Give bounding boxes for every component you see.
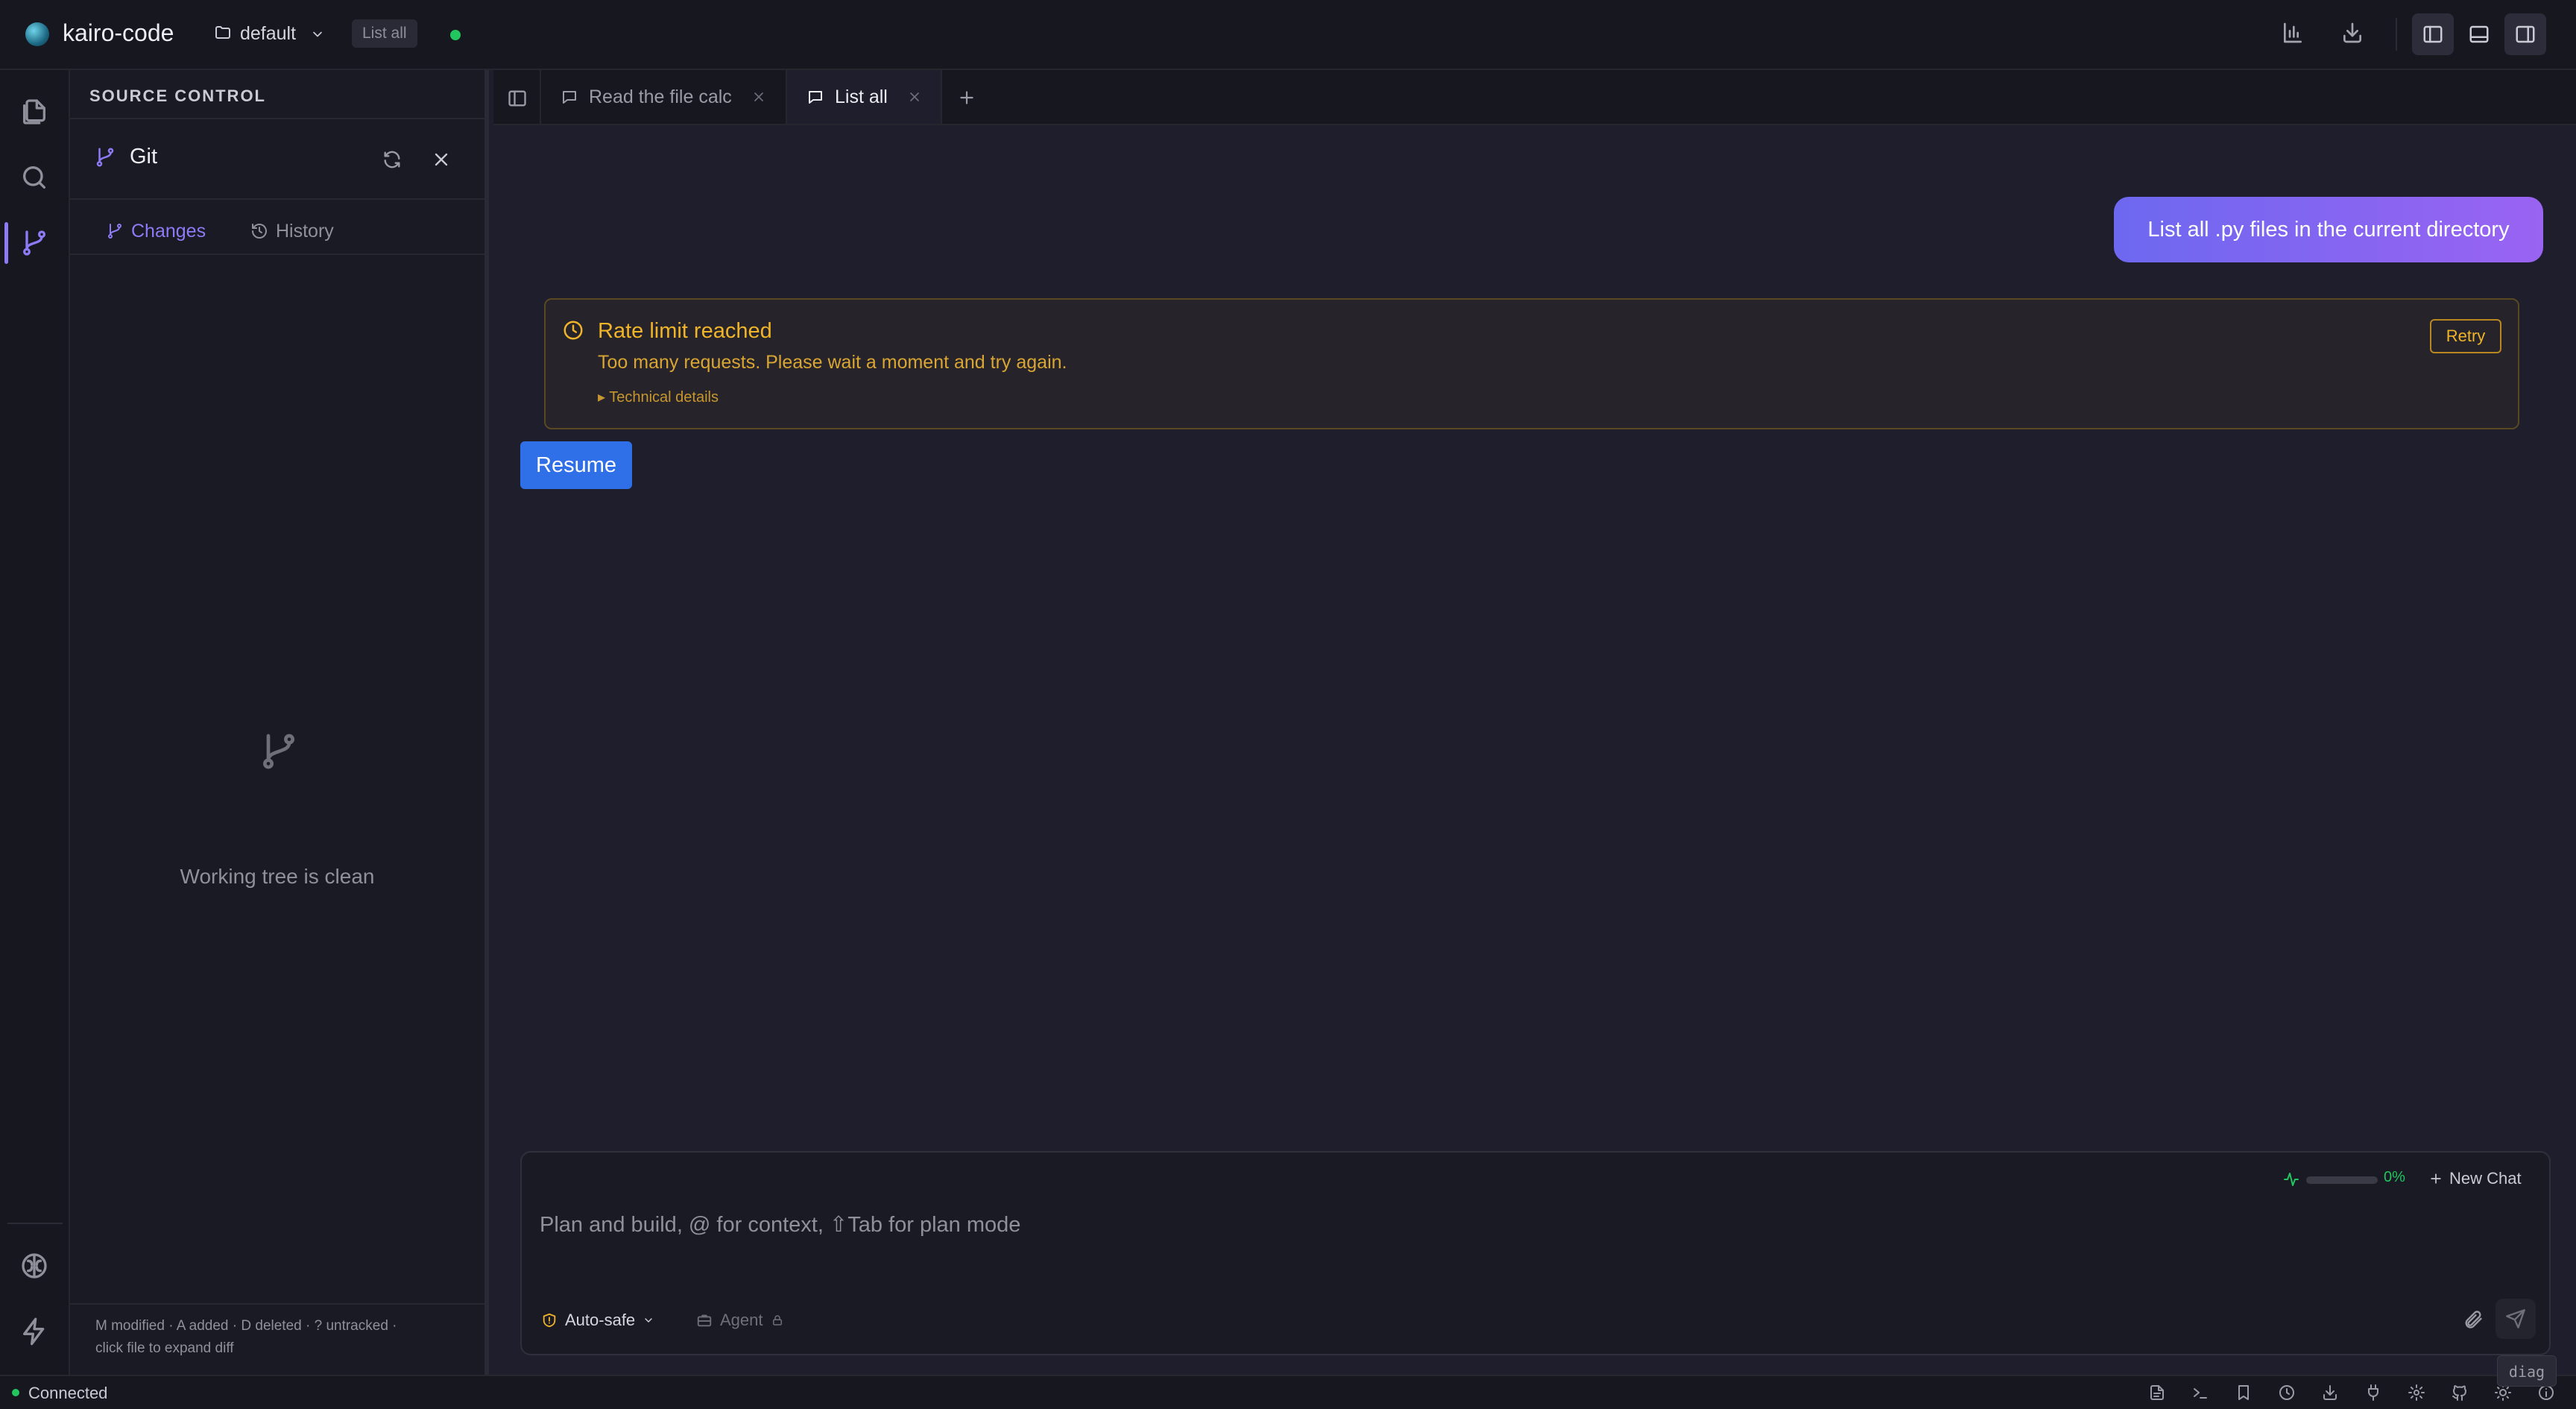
legend-line: M modified · A added · D deleted · ? unt…: [95, 1318, 397, 1334]
divider: [70, 1303, 484, 1305]
agent-selector[interactable]: Agent: [696, 1311, 784, 1330]
status-legend: M modified · A added · D deleted · ? unt…: [95, 1315, 483, 1360]
app-logo: [25, 22, 49, 46]
history-icon: [252, 224, 267, 239]
chevron-down-icon[interactable]: [310, 27, 325, 42]
close-icon: [910, 92, 919, 101]
git-branch-icon: [258, 731, 300, 772]
connection-status: Connected: [28, 1384, 108, 1402]
technical-details-toggle[interactable]: ▸ Technical details: [598, 388, 719, 406]
tab-history[interactable]: History: [250, 216, 334, 246]
close-icon: [754, 92, 763, 101]
git-branch-icon: [94, 146, 116, 168]
send-icon: [2506, 1309, 2525, 1328]
activity-icon: [2282, 1170, 2300, 1188]
clock-icon: [562, 319, 584, 341]
active-indicator: [4, 222, 8, 264]
tab-label: List all: [835, 86, 888, 107]
mode-label: Auto-safe: [565, 1311, 636, 1329]
editor-tab-bar: Read the file calc List all: [493, 70, 2576, 125]
refresh-icon[interactable]: [382, 149, 402, 170]
file-text-icon[interactable]: [2148, 1384, 2166, 1402]
user-message: List all .py files in the current direct…: [2114, 197, 2543, 262]
permission-mode-selector[interactable]: Auto-safe: [541, 1311, 654, 1330]
tab-read-the-file[interactable]: Read the file calc: [541, 70, 787, 124]
prompt-input[interactable]: [538, 1206, 2479, 1243]
git-branch-icon: [108, 224, 121, 239]
sidebar-toggle-icon[interactable]: [507, 88, 528, 109]
empty-state-message: Working tree is clean: [180, 865, 375, 888]
new-chat-label: New Chat: [2449, 1169, 2522, 1188]
workspace-selector[interactable]: default: [240, 23, 296, 45]
tab-history-label: History: [276, 220, 334, 242]
app-title: kairo-code: [63, 19, 174, 46]
paperclip-icon[interactable]: [2463, 1309, 2484, 1330]
plus-icon: [2431, 1173, 2441, 1184]
briefcase-icon: [697, 1314, 712, 1327]
activity-bar-divider: [7, 1223, 63, 1224]
diag-badge[interactable]: diag: [2497, 1355, 2557, 1387]
panel-title: SOURCE CONTROL: [89, 86, 266, 105]
search-icon[interactable]: [19, 163, 49, 192]
context-usage-percent: 0%: [2384, 1169, 2405, 1185]
panel-bottom-icon: [2469, 25, 2489, 43]
divider: [70, 118, 484, 119]
chevron-down-icon: [645, 1318, 652, 1323]
git-provider-label: Git: [130, 145, 158, 168]
bar-chart-icon[interactable]: [2281, 21, 2305, 45]
gear-icon[interactable]: [2408, 1384, 2425, 1402]
connection-dot: [12, 1389, 19, 1396]
tab-label: Read the file calc: [589, 86, 732, 107]
chat-icon: [809, 91, 822, 104]
connection-status-dot: [450, 30, 461, 40]
panel-right-icon: [2516, 25, 2535, 43]
divider: [70, 253, 484, 255]
close-icon[interactable]: [431, 149, 452, 170]
github-icon[interactable]: [2451, 1384, 2469, 1402]
plus-icon[interactable]: [957, 88, 976, 107]
bookmark-icon[interactable]: [2235, 1384, 2253, 1402]
shield-icon: [543, 1313, 556, 1328]
legend-line: click file to expand diff: [95, 1340, 234, 1356]
lightning-icon[interactable]: [19, 1317, 49, 1346]
retry-button[interactable]: Retry: [2430, 319, 2501, 353]
folder-icon[interactable]: [213, 24, 233, 42]
agent-label: Agent: [720, 1311, 763, 1329]
toggle-bottom-panel-button[interactable]: [2458, 13, 2500, 55]
terminal-icon[interactable]: [2191, 1384, 2209, 1402]
tab-changes[interactable]: Changes: [106, 216, 206, 246]
plug-icon[interactable]: [2364, 1384, 2382, 1402]
rate-limit-alert: Rate limit reached Too many requests. Pl…: [544, 298, 2519, 429]
source-control-icon[interactable]: [19, 228, 49, 258]
explorer-icon[interactable]: [19, 97, 49, 127]
source-control-panel: SOURCE CONTROL Git Changes History Worki…: [70, 70, 489, 1375]
tab-changes-label: Changes: [131, 220, 206, 242]
divider: [70, 198, 484, 200]
status-bar: Connected: [0, 1375, 2576, 1409]
brain-icon[interactable]: [19, 1251, 49, 1281]
resume-button[interactable]: Resume: [520, 441, 632, 489]
send-button[interactable]: [2496, 1299, 2536, 1339]
activity-bar: [0, 70, 70, 1375]
alert-title: Rate limit reached: [598, 319, 772, 343]
chat-icon: [563, 91, 576, 104]
alert-message: Too many requests. Please wait a moment …: [598, 352, 1067, 373]
tab-list-all[interactable]: List all: [787, 70, 942, 124]
download-icon[interactable]: [2321, 1384, 2339, 1402]
chat-composer: 0% New Chat Auto-safe Agent: [520, 1151, 2551, 1355]
new-chat-button[interactable]: New Chat: [2428, 1169, 2522, 1188]
clock-icon[interactable]: [2278, 1384, 2296, 1402]
toggle-left-panel-button[interactable]: [2412, 13, 2454, 55]
panel-left-icon: [2423, 25, 2443, 43]
context-usage-bar: [2306, 1176, 2378, 1184]
session-badge: List all: [352, 19, 417, 48]
toolbar-divider: [2396, 18, 2397, 51]
download-icon[interactable]: [2340, 21, 2364, 45]
top-bar: kairo-code default List all: [0, 0, 2576, 70]
toggle-right-panel-button[interactable]: [2504, 13, 2546, 55]
lock-icon: [772, 1315, 782, 1326]
